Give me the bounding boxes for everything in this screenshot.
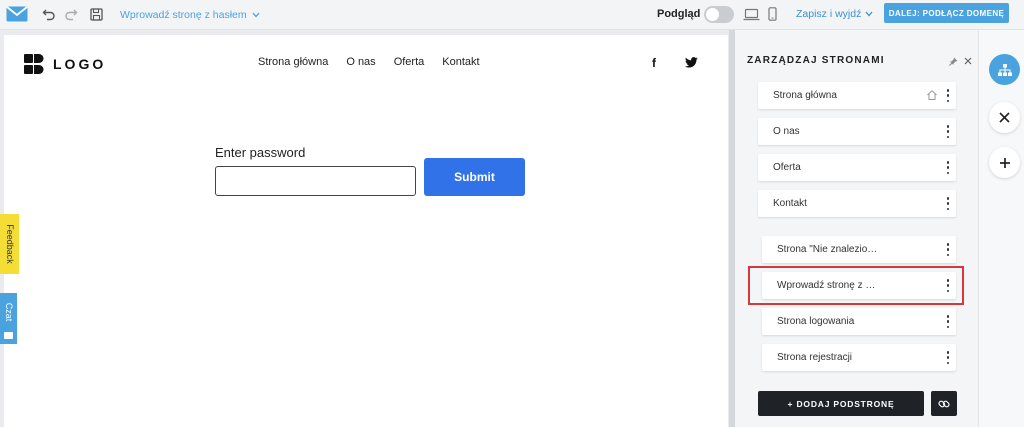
feedback-tab-label: Feedback xyxy=(4,224,15,264)
submit-button-label: Submit xyxy=(454,170,495,184)
page-item-offer[interactable]: Oferta xyxy=(758,154,956,181)
sitemap-icon xyxy=(997,63,1012,76)
logo-mark-icon xyxy=(24,54,44,74)
plus-icon xyxy=(999,157,1010,168)
chat-tab[interactable]: Czat xyxy=(0,293,17,344)
site-nav: Strona główna O nas Oferta Kontakt xyxy=(258,56,480,68)
toggle-knob xyxy=(706,8,719,21)
page-item-label: O nas xyxy=(773,126,800,137)
panel-title: ZARZĄDZAJ STRONAMI xyxy=(747,55,885,66)
more-options-icon[interactable] xyxy=(946,315,950,328)
manage-pages-panel: ZARZĄDZAJ STRONAMI Strona główna O nas O… xyxy=(735,30,978,427)
top-toolbar: Wprowadź stronę z hasłem Podgląd Zapisz … xyxy=(0,0,1024,30)
page-item-label: Oferta xyxy=(773,162,801,173)
chevron-down-icon xyxy=(252,12,260,18)
chat-tab-label: Czat xyxy=(3,303,14,322)
more-options-icon[interactable] xyxy=(946,351,950,364)
page-item-label: Strona główna xyxy=(773,90,837,101)
chevron-down-icon xyxy=(865,11,873,17)
selected-page-highlight xyxy=(748,266,964,305)
submit-button[interactable]: Submit xyxy=(424,158,525,196)
link-button[interactable] xyxy=(931,391,957,416)
nav-link-about[interactable]: O nas xyxy=(346,56,375,68)
next-button-label: DALEJ: PODŁĄCZ DOMENĘ xyxy=(888,8,1005,18)
pin-icon[interactable] xyxy=(949,57,958,66)
more-options-icon[interactable] xyxy=(946,197,950,210)
more-options-icon[interactable] xyxy=(946,125,950,138)
rail-add-button[interactable] xyxy=(989,147,1020,178)
page-item-not-found[interactable]: Strona "Nie znalezio… xyxy=(762,236,956,263)
logo-text: LOGO xyxy=(53,56,107,72)
twitter-icon[interactable] xyxy=(685,57,698,68)
laptop-icon[interactable] xyxy=(743,6,760,22)
envelope-logo-icon[interactable] xyxy=(6,6,28,22)
page-item-login[interactable]: Strona logowania xyxy=(762,308,956,335)
nav-link-offer[interactable]: Oferta xyxy=(394,56,425,68)
feedback-tab[interactable]: Feedback xyxy=(0,214,19,274)
page-item-label: Strona logowania xyxy=(777,316,855,327)
page-item-label: Strona "Nie znalezio… xyxy=(777,244,878,255)
home-icon xyxy=(927,90,937,100)
page-selector-dropdown[interactable]: Wprowadź stronę z hasłem xyxy=(120,9,260,21)
chat-bubble-icon xyxy=(4,332,13,339)
preview-toggle[interactable] xyxy=(704,6,734,23)
page-item-register[interactable]: Strona rejestracji xyxy=(762,344,956,371)
phone-icon[interactable] xyxy=(766,6,778,22)
close-icon[interactable] xyxy=(964,57,972,65)
save-and-exit-label: Zapisz i wyjdź xyxy=(796,8,862,20)
site-logo[interactable]: LOGO xyxy=(24,54,106,74)
save-and-exit-link[interactable]: Zapisz i wyjdź xyxy=(796,8,873,20)
password-input[interactable] xyxy=(215,166,416,196)
close-icon xyxy=(999,112,1010,123)
right-rail xyxy=(978,30,1024,427)
page-item-contact[interactable]: Kontakt xyxy=(758,190,956,217)
undo-icon[interactable] xyxy=(41,6,57,22)
page-item-home[interactable]: Strona główna xyxy=(758,82,956,109)
redo-icon[interactable] xyxy=(63,6,79,22)
more-options-icon[interactable] xyxy=(946,161,950,174)
preview-label: Podgląd xyxy=(657,8,701,20)
facebook-icon[interactable]: f xyxy=(652,56,656,70)
more-options-icon[interactable] xyxy=(946,243,950,256)
page-selector-label: Wprowadź stronę z hasłem xyxy=(120,9,247,21)
more-options-icon[interactable] xyxy=(946,89,950,102)
add-subpage-label: + DODAJ PODSTRONĘ xyxy=(787,398,895,409)
rail-close-button[interactable] xyxy=(989,102,1020,133)
add-subpage-button[interactable]: + DODAJ PODSTRONĘ xyxy=(758,391,924,416)
next-connect-domain-button[interactable]: DALEJ: PODŁĄCZ DOMENĘ xyxy=(884,3,1009,23)
password-label: Enter password xyxy=(215,145,306,160)
nav-link-home[interactable]: Strona główna xyxy=(258,56,328,68)
nav-link-contact[interactable]: Kontakt xyxy=(442,56,479,68)
floppy-icon[interactable] xyxy=(88,6,104,22)
page-canvas: LOGO Strona główna O nas Oferta Kontakt … xyxy=(4,35,728,427)
page-item-label: Strona rejestracji xyxy=(777,352,853,363)
link-icon xyxy=(938,400,950,407)
page-item-label: Kontakt xyxy=(773,198,807,209)
page-item-about[interactable]: O nas xyxy=(758,118,956,145)
sitemap-button[interactable] xyxy=(989,54,1020,85)
